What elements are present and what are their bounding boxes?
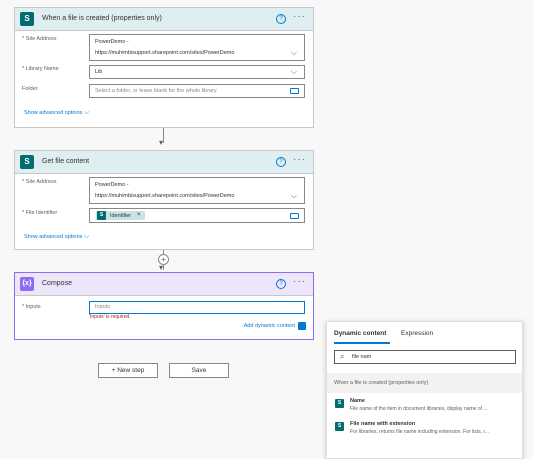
trigger-card: S When a file is created (properties onl… xyxy=(14,7,314,128)
library-name-label: * Library Name xyxy=(22,66,59,72)
compose-card: {x} Compose ? ··· * Inputs Inputs 'Input… xyxy=(14,272,314,340)
site-address-label: * Site Address xyxy=(22,36,57,42)
show-advanced-options-link[interactable]: Show advanced options ⌵ xyxy=(24,233,89,241)
chevron-down-icon[interactable]: ⌵ xyxy=(291,48,297,58)
remove-token-icon[interactable]: × xyxy=(137,212,141,218)
list-item[interactable]: S File name with extension For libraries… xyxy=(327,418,522,440)
get-file-content-header[interactable]: S Get file content ? ··· xyxy=(15,151,313,174)
folder-icon[interactable] xyxy=(290,88,299,94)
dynamic-content-icon[interactable] xyxy=(298,322,306,330)
inputs-label: * Inputs xyxy=(22,304,41,310)
tab-dynamic-content[interactable]: Dynamic content xyxy=(334,330,386,337)
site-address-label: * Site Address xyxy=(22,179,57,185)
compose-icon: {x} xyxy=(20,277,34,291)
new-step-button[interactable]: + New step xyxy=(98,363,158,378)
add-dynamic-content-link[interactable]: Add dynamic content xyxy=(244,323,295,329)
arrow-down-icon: ▾ xyxy=(159,138,164,147)
search-icon: ⌕ xyxy=(340,352,345,361)
help-icon[interactable]: ? xyxy=(276,279,286,289)
dynamic-content-panel: Dynamic content Expression ⌕ file nam Wh… xyxy=(326,321,523,459)
compose-title: Compose xyxy=(42,280,72,287)
list-item[interactable]: S Name File name of the item in document… xyxy=(327,395,522,417)
help-icon[interactable]: ? xyxy=(276,157,286,167)
chevron-down-icon[interactable]: ⌵ xyxy=(291,191,297,201)
trigger-card-header[interactable]: S When a file is created (properties onl… xyxy=(15,8,313,31)
sharepoint-icon: S xyxy=(20,155,34,169)
identifier-token[interactable]: S Identifier × xyxy=(96,211,145,220)
active-tab-indicator xyxy=(334,342,390,344)
connector-line xyxy=(163,128,164,143)
chevron-down-icon: ⌵ xyxy=(83,109,90,116)
sharepoint-icon: S xyxy=(97,211,106,220)
sharepoint-icon: S xyxy=(335,422,344,431)
chevron-down-icon[interactable]: ⌵ xyxy=(291,67,297,77)
search-input[interactable]: ⌕ file nam xyxy=(334,350,516,364)
site-address-field[interactable]: PowerDemo - https://muhimbisupport.share… xyxy=(89,177,305,204)
folder-icon[interactable] xyxy=(290,213,299,219)
more-options-icon[interactable]: ··· xyxy=(293,11,306,22)
folder-field[interactable]: Select a folder, or leave blank for the … xyxy=(89,84,305,98)
inputs-error: 'Inputs' is required. xyxy=(89,314,131,320)
file-identifier-field[interactable]: S Identifier × xyxy=(89,208,305,223)
get-file-content-card: S Get file content ? ··· * Site Address … xyxy=(14,150,314,250)
more-options-icon[interactable]: ··· xyxy=(293,276,306,287)
more-options-icon[interactable]: ··· xyxy=(293,154,306,165)
inputs-field[interactable]: Inputs xyxy=(89,301,305,314)
file-identifier-label: * File Identifier xyxy=(22,210,58,216)
sharepoint-icon: S xyxy=(20,12,34,26)
compose-header[interactable]: {x} Compose ? ··· xyxy=(15,273,313,296)
folder-label: Folder xyxy=(22,86,38,92)
trigger-title: When a file is created (properties only) xyxy=(42,15,162,22)
library-name-field[interactable]: Lib ⌵ xyxy=(89,65,305,79)
section-header: When a file is created (properties only) xyxy=(327,373,522,393)
tab-expression[interactable]: Expression xyxy=(401,330,433,337)
chevron-down-icon: ⌵ xyxy=(83,233,90,240)
show-advanced-options-link[interactable]: Show advanced options ⌵ xyxy=(24,109,89,117)
site-address-field[interactable]: PowerDemo - https://muhimbisupport.share… xyxy=(89,34,305,61)
help-icon[interactable]: ? xyxy=(276,14,286,24)
save-button[interactable]: Save xyxy=(169,363,229,378)
get-file-content-title: Get file content xyxy=(42,158,90,165)
arrow-down-icon: ▾ xyxy=(159,263,164,272)
sharepoint-icon: S xyxy=(335,399,344,408)
